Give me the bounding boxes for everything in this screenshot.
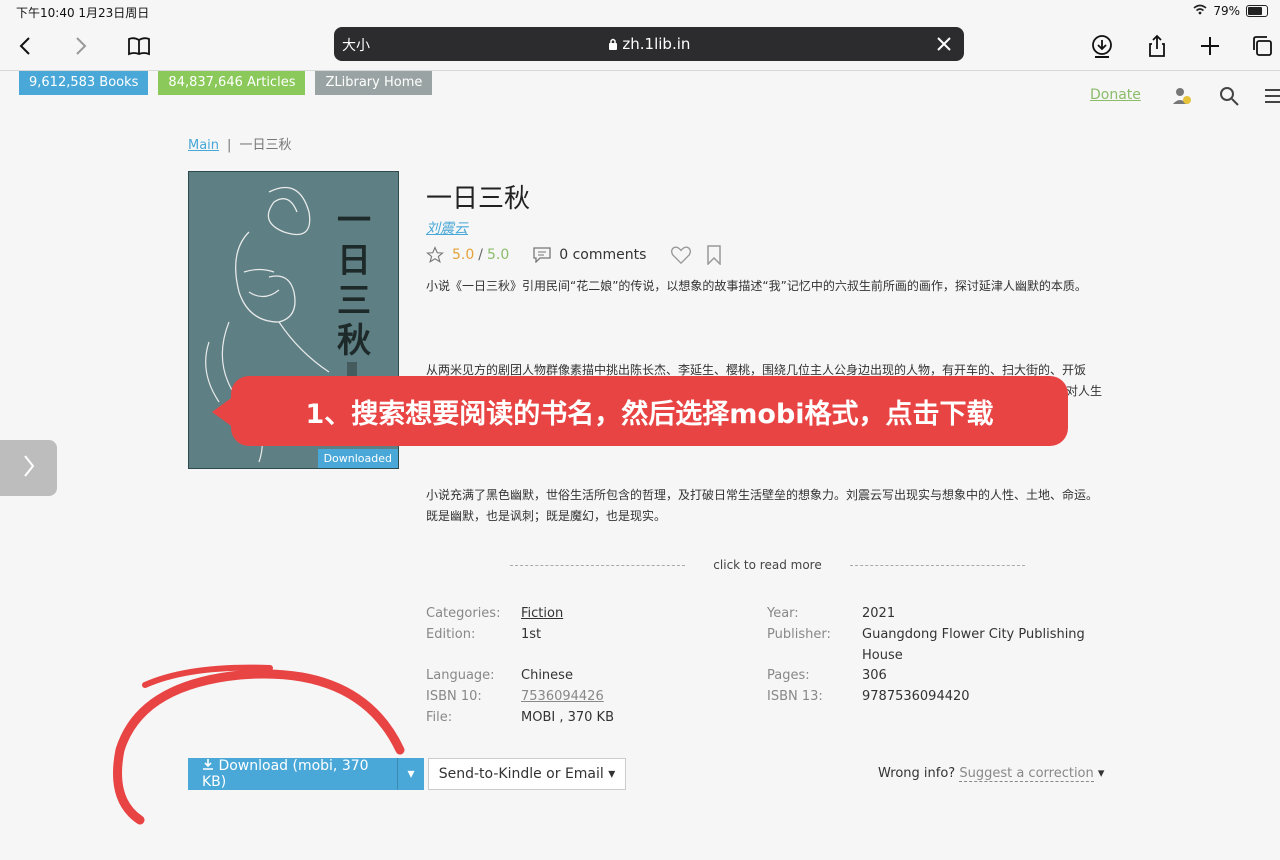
articles-count-link[interactable]: 84,837,646 Articles [158, 71, 306, 95]
site-nav: 9,612,583 Books 84,837,646 Articles ZLib… [19, 71, 433, 95]
wrong-info: Wrong info? Suggest a correction ▾ [878, 766, 1105, 782]
isbn10-label: ISBN 10: [426, 689, 482, 704]
pages-value: 306 [862, 668, 887, 683]
forward-icon[interactable] [62, 28, 98, 64]
isbn10-link[interactable]: 7536094426 [521, 687, 604, 708]
categories-label: Categories: [426, 606, 501, 621]
edition-value: 1st [521, 627, 542, 642]
book-title: 一日三秋 [426, 184, 531, 214]
downloaded-badge: Downloaded [317, 449, 398, 468]
suggest-correction-link[interactable]: Suggest a correction [959, 766, 1094, 782]
share-icon[interactable] [1139, 28, 1175, 64]
svg-text:秋: 秋 [337, 321, 371, 361]
menu-icon[interactable] [1262, 84, 1280, 108]
lock-icon [608, 35, 623, 53]
svg-text:一: 一 [337, 201, 371, 241]
pages-label: Pages: [767, 668, 810, 683]
bookmark-icon[interactable] [706, 245, 722, 265]
year-label: Year: [767, 606, 799, 621]
status-bar: 下午10:40 1月23日周日 79% [0, 0, 1280, 22]
address-bar[interactable]: 大小 zh.1lib.in [334, 27, 964, 61]
battery-icon [1246, 5, 1268, 17]
author-link[interactable]: 刘震云 [426, 218, 468, 238]
zlibrary-home-link[interactable]: ZLibrary Home [315, 71, 433, 95]
download-options-caret-icon[interactable]: ▾ [397, 758, 424, 790]
year-value: 2021 [862, 606, 896, 621]
breadcrumb-current: 一日三秋 [239, 138, 292, 153]
file-label: File: [426, 710, 453, 725]
download-label[interactable]: Download (mobi, 370 KB) [202, 758, 369, 790]
read-more-label[interactable]: click to read more [685, 558, 849, 572]
svg-text:日: 日 [337, 241, 371, 281]
plus-icon[interactable] [1192, 28, 1228, 64]
category-link[interactable]: Fiction [521, 604, 563, 625]
description-paragraph-2-tail: 对人生 [1066, 384, 1103, 398]
edition-label: Edition: [426, 627, 476, 642]
browser-toolbar: 大小 zh.1lib.in [0, 22, 1280, 71]
bookmarks-icon[interactable] [121, 28, 157, 64]
language-label: Language: [426, 668, 495, 683]
search-icon[interactable] [1217, 84, 1241, 108]
publisher-label: Publisher: [767, 627, 831, 642]
expand-sidebar-button[interactable] [0, 440, 57, 496]
breadcrumb-main-link[interactable]: Main [188, 138, 219, 153]
download-icon[interactable] [1084, 28, 1120, 64]
language-value: Chinese [521, 668, 573, 683]
breadcrumb: Main | 一日三秋 [188, 138, 292, 153]
back-icon[interactable] [8, 28, 44, 64]
description-paragraph-3: 小说充满了黑色幽默，世俗生活所包含的哲理，及打破日常生活壁垒的想象力。刘震云写出… [426, 488, 1099, 523]
url-text: zh.1lib.in [622, 35, 691, 53]
read-more[interactable]: click to read more [510, 558, 1026, 572]
isbn13-label: ISBN 13: [767, 689, 823, 704]
close-icon[interactable] [934, 34, 954, 54]
heart-icon[interactable] [670, 245, 692, 265]
rating-score: 5.0 [452, 247, 475, 263]
donate-link[interactable]: Donate [1090, 87, 1141, 103]
books-count-link[interactable]: 9,612,583 Books [19, 71, 149, 95]
battery-percent: 79% [1213, 4, 1240, 18]
description-paragraph-1: 小说《一日三秋》引用民间“花二娘”的传说，以想象的故事描述“我”记忆中的六叔生前… [426, 279, 1087, 293]
status-time: 下午10:40 1月23日周日 [16, 6, 150, 20]
wrong-info-label: Wrong info? [878, 766, 956, 781]
file-value: MOBI , 370 KB [521, 710, 614, 725]
publisher-value: Guangdong Flower City Publishing House [862, 627, 1085, 663]
wifi-icon [1193, 4, 1207, 18]
download-button[interactable]: Download (mobi, 370 KB) ▾ [188, 758, 424, 790]
send-to-kindle-label[interactable]: Send-to-Kindle or Email [439, 766, 604, 782]
star-icon[interactable] [426, 246, 444, 264]
rating-row: 5.0 / 5.0 0 comments [426, 245, 722, 265]
comments-count[interactable]: 0 comments [559, 247, 646, 263]
tabs-icon[interactable] [1244, 28, 1280, 64]
rating-max: 5.0 [486, 247, 510, 263]
chevron-right-icon [19, 452, 39, 484]
svg-text:三: 三 [337, 281, 371, 321]
isbn13-value: 9787536094420 [862, 689, 970, 704]
download-arrow-icon [202, 758, 218, 774]
user-icon[interactable] [1170, 84, 1194, 108]
annotation-callout: 1、搜索想要阅读的书名，然后选择mobi格式，点击下载 [231, 376, 1068, 446]
comment-icon[interactable] [533, 247, 551, 263]
send-to-kindle-button[interactable]: Send-to-Kindle or Email ▾ [428, 758, 626, 790]
